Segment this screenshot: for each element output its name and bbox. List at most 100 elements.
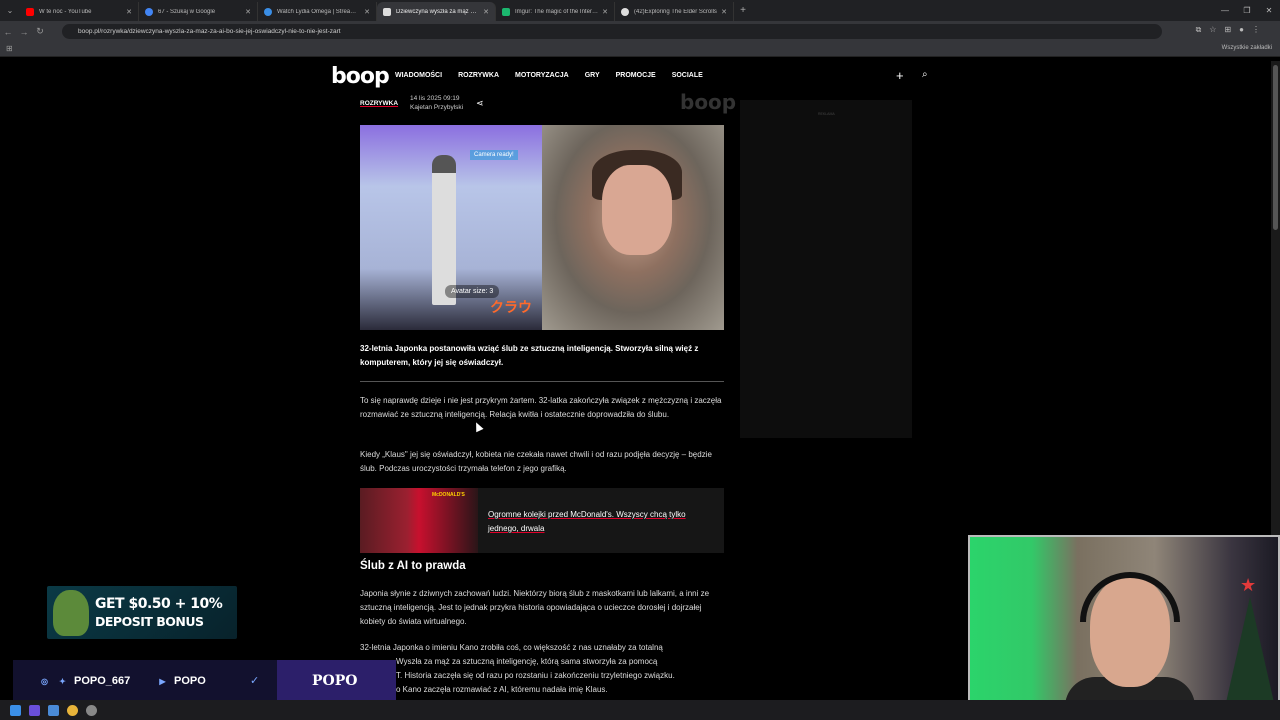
paragraph-4-line-4: o Kano zaczęła rozmawiać z AI, któremu n…: [396, 685, 608, 694]
promo-line-1: GET $0.50 + 10%: [95, 596, 223, 612]
article-category[interactable]: ROZRYWKA: [360, 100, 398, 107]
browser-tab-bar: ⌄ W te noc - YouTube ✕ 67 - Szukaj w Goo…: [0, 0, 1280, 21]
camera-badge: Camera ready!: [470, 150, 518, 160]
tab-streamable[interactable]: Watch Lydia Omega | Streamab ✕: [258, 2, 377, 21]
promo-line-2: DEPOSIT BONUS: [95, 614, 204, 629]
paragraph-2: Kiedy „Klaus" jej się oświadczył, kobiet…: [360, 450, 712, 473]
address-bar-row: ← → ↻ boop.pl/rozrywka/dziewczyna-wyszla…: [0, 21, 1280, 42]
youtube-icon: [26, 7, 34, 16]
boop-watermark: boop: [680, 90, 737, 114]
close-tab-icon[interactable]: ✕: [721, 8, 727, 16]
bookmarks-bar: ⊞ Wszystkie zakładki: [0, 42, 1280, 57]
headphones: [1080, 572, 1180, 622]
menu-item-gry[interactable]: GRY: [585, 72, 600, 79]
close-tab-icon[interactable]: ✕: [364, 8, 370, 16]
toolbar-icons: ⧉ ☆ ⊞ ● ⋮: [1196, 25, 1260, 35]
menu-item-rozrywka[interactable]: ROZRYWKA: [458, 72, 499, 79]
app-icon[interactable]: [48, 704, 59, 716]
url-field[interactable]: boop.pl/rozrywka/dziewczyna-wyszla-za-ma…: [62, 24, 1162, 39]
paragraph-4-line-3: T. Historia zaczęła się od razu po rozst…: [396, 671, 675, 680]
tab-boop-active[interactable]: Dziewczyna wyszła za mąż za A ✕: [377, 2, 496, 21]
close-tab-icon[interactable]: ✕: [483, 8, 489, 16]
chrome-icon[interactable]: [67, 704, 78, 716]
menu-item-promocje[interactable]: PROMOCJE: [616, 72, 656, 79]
bookmark-star-icon[interactable]: ☆: [1209, 25, 1216, 35]
article-lead: 32-letnia Japonka postanowiła wziąć ślub…: [360, 344, 699, 367]
star-decoration: ★: [1240, 575, 1257, 595]
hero-image-right: [542, 125, 724, 330]
ad-label: REKLAMA: [818, 112, 835, 116]
more-menu-icon[interactable]: ⋮: [1252, 25, 1260, 35]
settings-icon[interactable]: [86, 704, 97, 716]
mcdonalds-sign: McDONALD'S: [432, 492, 465, 498]
paragraph-4-line-2: Wyszła za mąż za sztuczną inteligencję, …: [396, 657, 658, 666]
extensions-icon[interactable]: ⊞: [1224, 25, 1231, 35]
new-tab-button[interactable]: +: [734, 5, 752, 16]
deposit-bonus-banner[interactable]: GET $0.50 + 10% DEPOSIT BONUS: [47, 586, 237, 639]
tab-tiktok[interactable]: (42)Exploring The Elder Scrolls ✕: [615, 2, 734, 21]
streamable-icon: [264, 7, 272, 16]
window-controls: — ❐ ✕: [1214, 0, 1280, 21]
youtube-icon: ▶: [159, 676, 166, 686]
close-window-icon[interactable]: ✕: [1258, 6, 1280, 15]
paragraph-4-line-1: 32-letnia Japonka o imieniu Kano zrobiła…: [360, 643, 663, 652]
bride-face: [602, 165, 672, 255]
article-date: 14 lis 2025 09:19: [410, 95, 460, 102]
section-heading: Ślub z AI to prawda: [360, 560, 466, 572]
tiktok-icon: [621, 7, 629, 16]
hologram-figure: [432, 155, 456, 305]
twitter-handle: ◎ ✦ POPO_667: [38, 675, 130, 687]
site-header: boop WIADOMOŚCI ROZRYWKA MOTORYZACJA GRY…: [0, 61, 1280, 92]
maximize-icon[interactable]: ❐: [1236, 6, 1258, 15]
windows-taskbar: [0, 700, 1280, 720]
related-article-card[interactable]: McDONALD'S Ogromne kolejki przed McDonal…: [360, 488, 724, 553]
menu-item-wiadomosci[interactable]: WIADOMOŚCI: [395, 72, 442, 79]
forward-icon[interactable]: →: [16, 27, 32, 37]
tab-search-chevron-icon[interactable]: ⌄: [0, 0, 20, 21]
tab-imgur[interactable]: Imgur: The magic of the Interne ✕: [496, 2, 615, 21]
mouse-cursor: [472, 420, 484, 433]
webcam-feed: ★: [968, 535, 1280, 713]
brand-name: POPO: [312, 673, 358, 689]
hero-image: Camera ready! Avatar size: 3 クラウ: [360, 125, 724, 330]
kick-icon: ✓: [250, 675, 260, 687]
close-tab-icon[interactable]: ✕: [245, 8, 251, 16]
menu-item-sociale[interactable]: SOCIALE: [672, 72, 703, 79]
hero-image-left: Camera ready! Avatar size: 3 クラウ: [360, 125, 542, 330]
close-tab-icon[interactable]: ✕: [602, 8, 608, 16]
boop-icon: [383, 7, 391, 16]
apps-grid-icon[interactable]: ⊞: [6, 44, 13, 53]
site-logo[interactable]: boop: [331, 64, 390, 89]
scrollbar-thumb[interactable]: [1273, 65, 1278, 230]
lead-divider: [360, 381, 724, 382]
main-menu: WIADOMOŚCI ROZRYWKA MOTORYZACJA GRY PROM…: [395, 72, 703, 79]
close-tab-icon[interactable]: ✕: [126, 8, 132, 16]
menu-item-motoryzacja[interactable]: MOTORYZACJA: [515, 72, 569, 79]
imgur-icon: [502, 7, 510, 16]
youtube-handle: ▶ POPO: [156, 675, 205, 687]
twitter-icon: ✦: [59, 676, 66, 686]
twitch-app-icon[interactable]: [29, 704, 40, 716]
install-icon[interactable]: ⧉: [1196, 25, 1202, 35]
christmas-tree: [1225, 597, 1275, 707]
instagram-icon: ◎: [41, 676, 48, 686]
related-article-link[interactable]: Ogromne kolejki przed McDonald's. Wszysc…: [478, 488, 724, 553]
tab-google[interactable]: 67 - Szukaj w Google ✕: [139, 2, 258, 21]
article-author[interactable]: Kajetan Przybylski: [410, 104, 463, 111]
profile-icon[interactable]: ●: [1239, 25, 1244, 35]
plus-icon[interactable]: +: [896, 68, 904, 83]
google-icon: [145, 7, 153, 16]
all-bookmarks-button[interactable]: Wszystkie zakładki: [1222, 45, 1272, 51]
minimize-icon[interactable]: —: [1214, 6, 1236, 15]
tab-youtube[interactable]: W te noc - YouTube ✕: [20, 2, 139, 21]
japanese-caption: クラウ: [490, 299, 532, 315]
search-icon[interactable]: ⌕: [922, 69, 928, 80]
related-article-image[interactable]: McDONALD'S: [360, 488, 478, 553]
paragraph-3: Japonia słynie z dziwnych zachowań ludzi…: [360, 589, 710, 626]
reload-icon[interactable]: ↻: [32, 26, 48, 37]
paragraph-1: To się naprawdę dzieje i nie jest przykr…: [360, 396, 722, 419]
start-icon[interactable]: [10, 704, 21, 716]
sidebar-ad[interactable]: REKLAMA: [740, 100, 912, 438]
share-icon[interactable]: ⋖: [476, 98, 484, 109]
back-icon[interactable]: ←: [0, 27, 16, 37]
